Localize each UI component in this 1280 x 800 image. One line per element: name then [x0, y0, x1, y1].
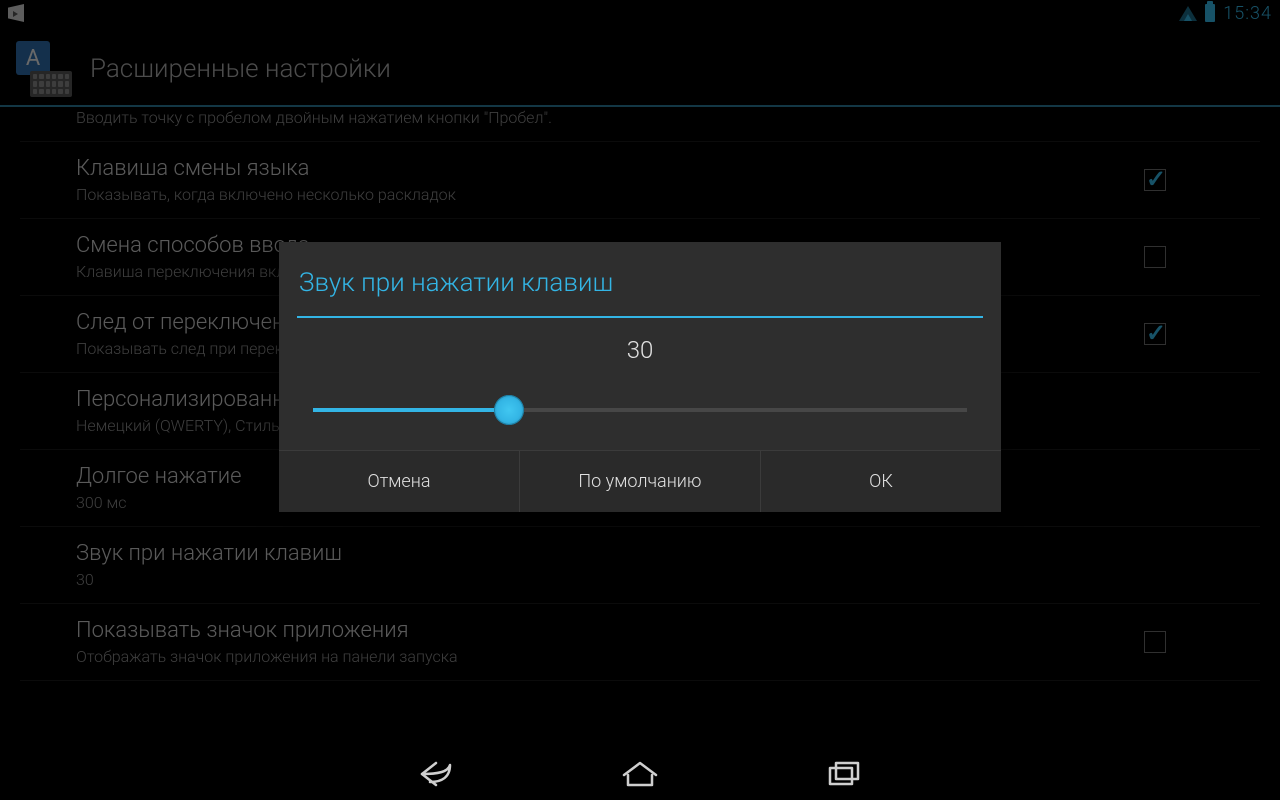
- slider-fill: [313, 408, 509, 412]
- back-button[interactable]: [416, 759, 456, 789]
- default-button[interactable]: По умолчанию: [520, 451, 761, 512]
- slider-thumb[interactable]: [494, 395, 524, 425]
- recent-apps-button[interactable]: [824, 759, 864, 789]
- home-button[interactable]: [620, 759, 660, 789]
- cancel-button[interactable]: Отмена: [279, 451, 520, 512]
- dialog-value: 30: [279, 318, 1001, 374]
- dialog-buttons: Отмена По умолчанию ОК: [279, 450, 1001, 512]
- ok-button[interactable]: ОК: [761, 451, 1001, 512]
- volume-slider[interactable]: [313, 408, 967, 412]
- dialog-title: Звук при нажатии клавиш: [279, 242, 1001, 316]
- keypress-sound-dialog: Звук при нажатии клавиш 30 Отмена По умо…: [279, 242, 1001, 512]
- navigation-bar: [0, 748, 1280, 800]
